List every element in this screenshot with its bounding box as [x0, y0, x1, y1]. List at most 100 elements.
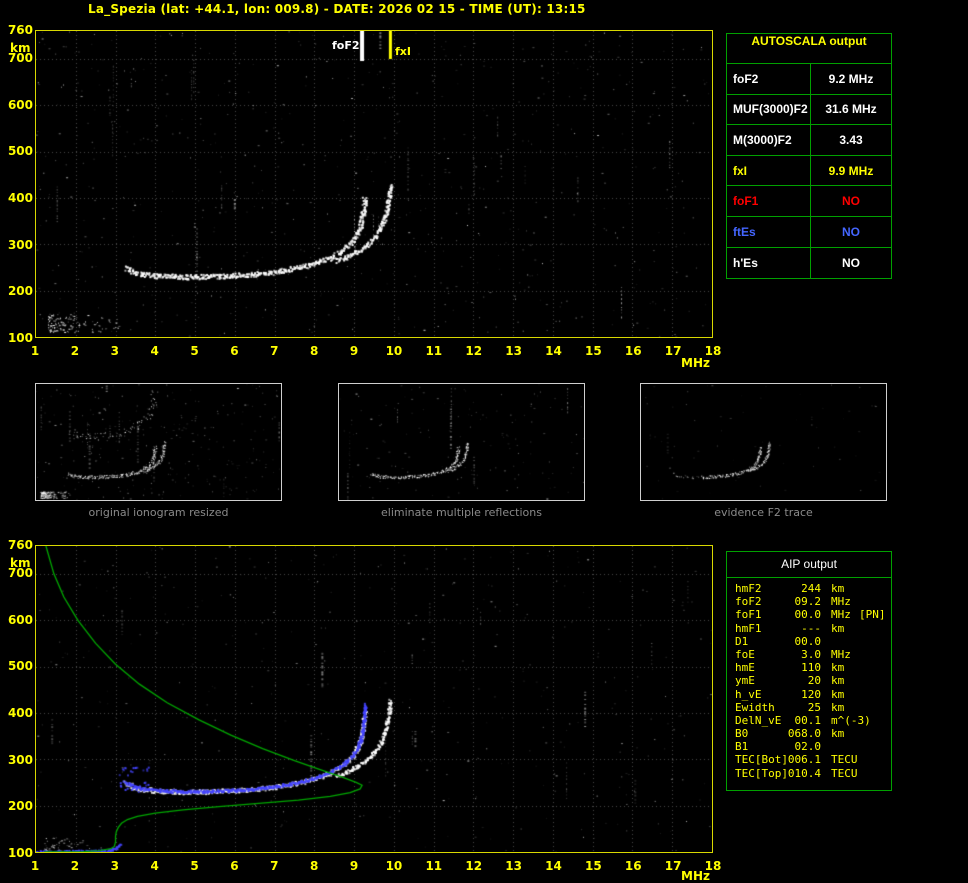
fxI-marker-label: fxI — [395, 45, 411, 58]
aip-param-name: foF2 — [735, 595, 762, 609]
x-tick-label: 18 — [704, 859, 722, 873]
aip-row-B1: B1 02.0 — [727, 740, 891, 753]
autoscala-param-value: NO — [842, 194, 860, 209]
y-tick-label: 100 — [7, 331, 33, 345]
aip-param-name: hmF2 — [735, 582, 762, 595]
aip-param-name: hmE — [735, 661, 755, 675]
autoscala-row-foF1: foF1 NO — [727, 186, 891, 217]
aip-param-extra: [PN] — [859, 608, 886, 622]
autoscala-param-name: h'Es — [727, 247, 811, 279]
x-tick-label: 9 — [349, 344, 359, 358]
autoscala-param-value: 3.43 — [839, 132, 863, 147]
aip-param-unit: km — [831, 621, 845, 635]
main-x-axis-unit-label: MHz — [681, 356, 710, 370]
aip-param-value: 244 — [801, 582, 821, 595]
main-ionogram-plot — [35, 30, 713, 338]
autoscala-row-MUF(3000)F2: MUF(3000)F2 31.6 MHz — [727, 94, 891, 126]
aip-param-value: --- — [801, 621, 821, 635]
aip-param-unit: km — [831, 727, 845, 741]
x-tick-label: 8 — [309, 344, 319, 358]
x-tick-label: 1 — [30, 859, 40, 873]
autoscala-row-foF2: foF2 9.2 MHz — [727, 64, 891, 95]
autoscala-param-value: 31.6 MHz — [825, 102, 877, 117]
y-tick-label: 760 — [7, 538, 33, 552]
x-tick-label: 7 — [270, 344, 279, 358]
foF2-marker-label: foF2 — [332, 39, 360, 52]
autoscala-table-rows: foF2 9.2 MHz MUF(3000)F2 31.6 MHz M(3000)F2 3… — [727, 64, 891, 279]
x-tick-label: 15 — [584, 344, 602, 358]
x-tick-label: 4 — [150, 859, 159, 873]
aip-row-DelN_vE: DelN_vE 00.1 m^(-3) — [727, 714, 891, 727]
aip-param-value: 00.0 — [794, 634, 822, 648]
aip-param-value: 09.2 — [794, 595, 822, 609]
aip-param-unit: MHz — [831, 608, 851, 622]
aip-param-name: ymE — [735, 674, 755, 688]
aip-row-B0: B0 068.0 km — [727, 727, 891, 740]
aip-param-name: Ewidth — [735, 700, 775, 714]
autoscala-app-window: La_Spezia (lat: +44.1, lon: 009.8) - DAT… — [0, 0, 968, 883]
x-tick-label: 5 — [190, 344, 199, 358]
aip-param-value: 110 — [801, 661, 821, 675]
aip-row-ymE: ymE 20 km — [727, 674, 891, 687]
autoscala-param-value: 9.2 MHz — [828, 71, 874, 86]
x-tick-label: 13 — [505, 859, 522, 873]
autoscala-table-title: AUTOSCALA output — [727, 34, 891, 64]
x-tick-label: 13 — [505, 344, 522, 358]
aip-row-TEC[Bot]: TEC[Bot] 006.1 TECU — [727, 753, 891, 766]
aip-row-Ewidth: Ewidth 25 km — [727, 701, 891, 714]
autoscala-row-h'Es: h'Es NO — [727, 247, 891, 279]
aip-row-TEC[Top]: TEC[Top] 010.4 TECU — [727, 767, 891, 780]
aip-row-hmF1: hmF1 --- km — [727, 622, 891, 635]
aip-param-unit: km — [831, 687, 845, 701]
x-tick-label: 11 — [425, 344, 443, 358]
x-tick-label: 17 — [664, 344, 682, 358]
x-tick-label: 6 — [230, 859, 239, 873]
y-tick-label: 600 — [7, 97, 33, 112]
profile-ionogram-canvas — [36, 546, 712, 852]
x-tick-label: 1 — [30, 344, 40, 358]
station-header: La_Spezia (lat: +44.1, lon: 009.8) - DAT… — [88, 2, 586, 16]
autoscala-row-fxI: fxI 9.9 MHz — [727, 155, 891, 187]
x-tick-label: 3 — [110, 344, 119, 358]
aip-param-unit: km — [831, 582, 845, 595]
aip-param-unit: TECU — [831, 753, 858, 767]
x-tick-label: 11 — [425, 859, 443, 873]
aip-param-unit: MHz — [831, 647, 851, 661]
x-tick-label: 16 — [624, 344, 642, 358]
autoscala-param-value: NO — [842, 224, 860, 239]
main-ionogram-canvas — [36, 31, 712, 337]
autoscala-param-name: M(3000)F2 — [727, 125, 811, 155]
aip-param-name: DelN_vE — [735, 713, 782, 727]
x-tick-label: 5 — [190, 859, 199, 873]
autoscala-param-name: fxI — [727, 155, 811, 186]
thumbnail-f2-canvas — [641, 384, 886, 500]
autoscala-param-value: NO — [842, 255, 860, 270]
y-tick-label: 760 — [7, 23, 33, 37]
y-tick-label: 600 — [7, 612, 33, 627]
autoscala-param-name: ftEs — [727, 216, 811, 247]
aip-param-name: foF1 — [735, 608, 762, 622]
aip-param-name: foE — [735, 647, 755, 661]
x-tick-label: 3 — [110, 859, 119, 873]
x-tick-label: 8 — [309, 859, 319, 873]
thumbnail-caption-clean: eliminate multiple reflections — [381, 506, 542, 519]
x-tick-label: 6 — [230, 344, 239, 358]
x-tick-label: 7 — [270, 859, 279, 873]
y-tick-label: 200 — [7, 799, 33, 814]
x-tick-label: 2 — [70, 344, 80, 358]
aip-row-D1: D1 00.0 — [727, 635, 891, 648]
aip-param-value: 00.1 — [794, 713, 822, 727]
aip-param-value: 02.0 — [794, 740, 822, 754]
aip-param-name: hmF1 — [735, 621, 762, 635]
aip-param-name: B1 — [735, 740, 749, 754]
x-tick-label: 17 — [664, 859, 682, 873]
aip-table-title: AIP output — [727, 557, 891, 578]
aip-param-unit: km — [831, 674, 845, 688]
x-tick-label: 15 — [584, 859, 602, 873]
aip-param-value: 00.0 — [794, 608, 822, 622]
y-tick-label: 300 — [7, 752, 33, 767]
y-tick-label: 100 — [7, 846, 33, 860]
y-tick-label: 200 — [7, 284, 33, 299]
aip-row-hmE: hmE 110 km — [727, 661, 891, 674]
y-tick-label: 300 — [7, 237, 33, 252]
